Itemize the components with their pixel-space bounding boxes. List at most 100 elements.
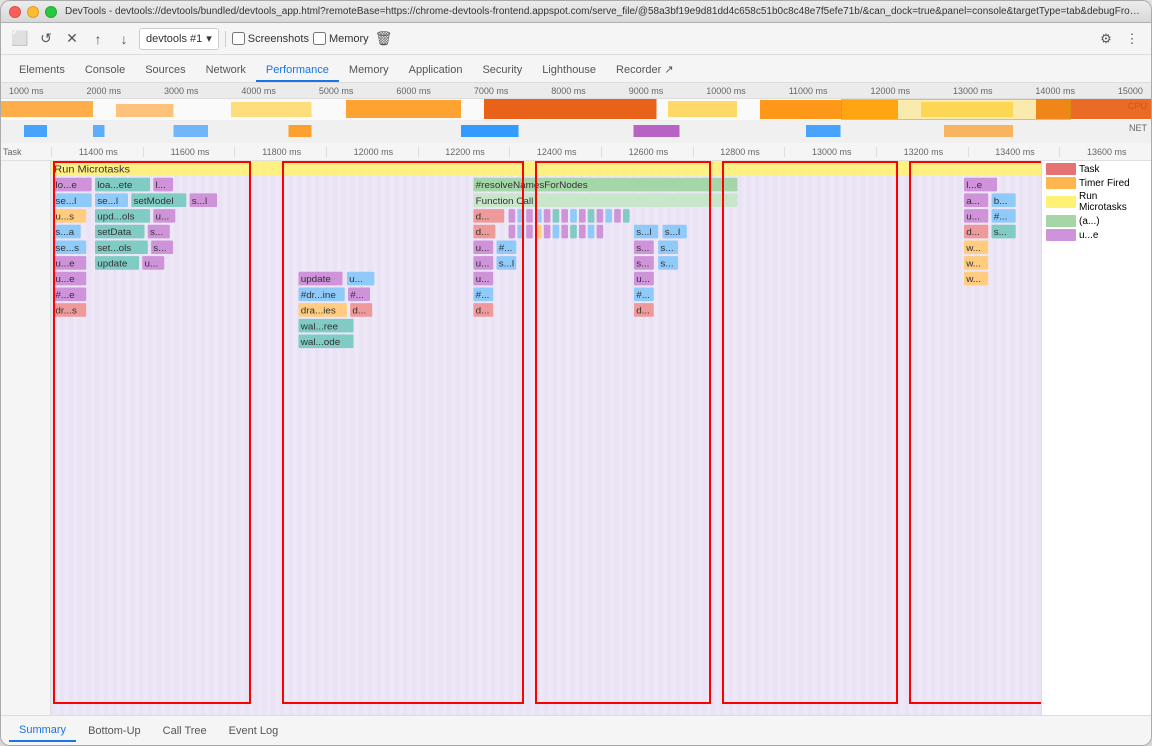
net-chart	[1, 121, 1151, 141]
legend-swatch-timer	[1046, 177, 1076, 189]
tab-call-tree[interactable]: Call Tree	[153, 721, 217, 741]
svg-text:u...e: u...e	[55, 259, 74, 270]
svg-text:w...: w...	[965, 243, 981, 254]
tab-elements[interactable]: Elements	[9, 60, 75, 82]
inspect-button[interactable]: ⬜	[9, 28, 31, 50]
mark-7000: 7000 ms	[474, 86, 509, 96]
reload-button[interactable]: ↺	[35, 28, 57, 50]
zm-12600: 12600 ms	[601, 147, 693, 157]
minimize-button[interactable]	[27, 6, 39, 18]
svg-text:s...: s...	[636, 259, 649, 270]
net-bar: NET	[1, 121, 1151, 143]
tab-bottom-up[interactable]: Bottom-Up	[78, 721, 151, 741]
close-button[interactable]	[9, 6, 21, 18]
maximize-button[interactable]	[45, 6, 57, 18]
upload-button[interactable]: ↑	[87, 28, 109, 50]
tab-recorder[interactable]: Recorder ↗	[606, 59, 684, 82]
svg-text:s...l: s...l	[499, 259, 514, 270]
window-title: DevTools - devtools://devtools/bundled/d…	[65, 6, 1143, 17]
svg-text:upd...ols: upd...ols	[97, 212, 135, 223]
svg-text:d...: d...	[636, 306, 650, 317]
memory-checkbox[interactable]	[313, 32, 326, 45]
zm-12400: 12400 ms	[509, 147, 601, 157]
legend-item-microtasks: Run Microtasks	[1046, 191, 1147, 213]
mark-12000: 12000 ms	[870, 86, 910, 96]
overview-strip: 1000 ms 2000 ms 3000 ms 4000 ms 5000 ms …	[1, 83, 1151, 143]
tab-performance[interactable]: Performance	[256, 60, 339, 82]
svg-text:s...: s...	[660, 259, 673, 270]
legend-label-task: Task	[1079, 164, 1100, 175]
download-button[interactable]: ↓	[113, 28, 135, 50]
mark-9000: 9000 ms	[629, 86, 664, 96]
tab-console[interactable]: Console	[75, 60, 135, 82]
svg-text:update: update	[301, 274, 331, 285]
tab-lighthouse[interactable]: Lighthouse	[532, 60, 606, 82]
legend-swatch-microtasks	[1046, 196, 1076, 208]
svg-text:#...e: #...e	[55, 290, 74, 301]
svg-text:update: update	[97, 259, 127, 270]
svg-text:#...: #...	[636, 290, 650, 301]
zm-13600: 13600 ms	[1059, 147, 1151, 157]
screenshots-checkbox-label[interactable]: Screenshots	[232, 32, 309, 45]
svg-text:#resolveNamesForNodes: #resolveNamesForNodes	[476, 180, 588, 191]
mark-13000: 13000 ms	[953, 86, 993, 96]
svg-text:wal...ode: wal...ode	[300, 337, 341, 348]
settings-icon[interactable]: ⚙	[1095, 28, 1117, 50]
screenshots-checkbox[interactable]	[232, 32, 245, 45]
title-bar: DevTools - devtools://devtools/bundled/d…	[1, 1, 1151, 23]
flame-viewport[interactable]: Run Microtasks lo...e loa...ete l...	[1, 161, 1151, 715]
svg-text:b...: b...	[994, 196, 1008, 207]
tab-security[interactable]: Security	[472, 60, 532, 82]
legend-item-timer: Timer Fired	[1046, 177, 1147, 189]
svg-text:wal...ree: wal...ree	[300, 321, 338, 332]
tab-summary[interactable]: Summary	[9, 720, 76, 742]
mark-11000: 11000 ms	[789, 86, 828, 96]
svg-text:se...l: se...l	[55, 196, 76, 207]
clear-button[interactable]: 🗑	[373, 28, 395, 50]
selection-window[interactable]	[841, 99, 1071, 120]
svg-text:d...: d...	[476, 227, 490, 238]
legend-label-timer: Timer Fired	[1079, 178, 1130, 189]
tab-event-log[interactable]: Event Log	[219, 721, 289, 741]
memory-checkbox-label[interactable]: Memory	[313, 32, 369, 45]
legend-item-task: Task	[1046, 163, 1147, 175]
tab-network[interactable]: Network	[196, 60, 256, 82]
target-selector[interactable]: devtools #1 ▾	[139, 28, 219, 50]
more-options-icon[interactable]: ⋮	[1121, 28, 1143, 50]
track-label-spacer: Task	[1, 147, 51, 157]
svg-text:u...s: u...s	[55, 212, 74, 223]
svg-text:s...: s...	[994, 227, 1007, 238]
svg-text:d...: d...	[352, 306, 366, 317]
svg-text:u...: u...	[966, 212, 980, 223]
devtools-window: DevTools - devtools://devtools/bundled/d…	[0, 0, 1152, 746]
tab-application[interactable]: Application	[399, 60, 473, 82]
svg-text:Run Microtasks: Run Microtasks	[54, 164, 130, 176]
tab-memory[interactable]: Memory	[339, 60, 399, 82]
mark-14000: 14000 ms	[1035, 86, 1075, 96]
svg-text:d...: d...	[966, 227, 980, 238]
zm-12200: 12200 ms	[418, 147, 510, 157]
mark-150: 15000	[1118, 86, 1143, 96]
screenshots-label: Screenshots	[248, 33, 309, 45]
stop-button[interactable]: ✕	[61, 28, 83, 50]
svg-text:#...: #...	[350, 290, 364, 301]
legend-label-u: u...e	[1079, 230, 1098, 241]
svg-text:d...: d...	[476, 306, 490, 317]
chevron-down-icon: ▾	[206, 32, 212, 45]
zm-12000: 12000 ms	[326, 147, 418, 157]
svg-text:s...: s...	[150, 227, 163, 238]
svg-text:s...: s...	[153, 243, 166, 254]
svg-text:u...: u...	[349, 274, 363, 285]
flame-chart-area: Run Microtasks lo...e loa...ete l...	[51, 161, 1151, 715]
legend-swatch-a	[1046, 215, 1076, 227]
legend-item-a: (a...)	[1046, 215, 1147, 227]
mark-10000: 10000 ms	[706, 86, 746, 96]
svg-text:a...: a...	[966, 196, 980, 207]
svg-text:Function Call: Function Call	[476, 196, 534, 207]
zm-12800: 12800 ms	[693, 147, 785, 157]
flame-with-legend: Run Microtasks lo...e loa...ete l...	[1, 161, 1151, 715]
performance-panel: 1000 ms 2000 ms 3000 ms 4000 ms 5000 ms …	[1, 83, 1151, 745]
svg-text:u...: u...	[156, 212, 170, 223]
legend-item-u: u...e	[1046, 229, 1147, 241]
tab-sources[interactable]: Sources	[135, 60, 195, 82]
